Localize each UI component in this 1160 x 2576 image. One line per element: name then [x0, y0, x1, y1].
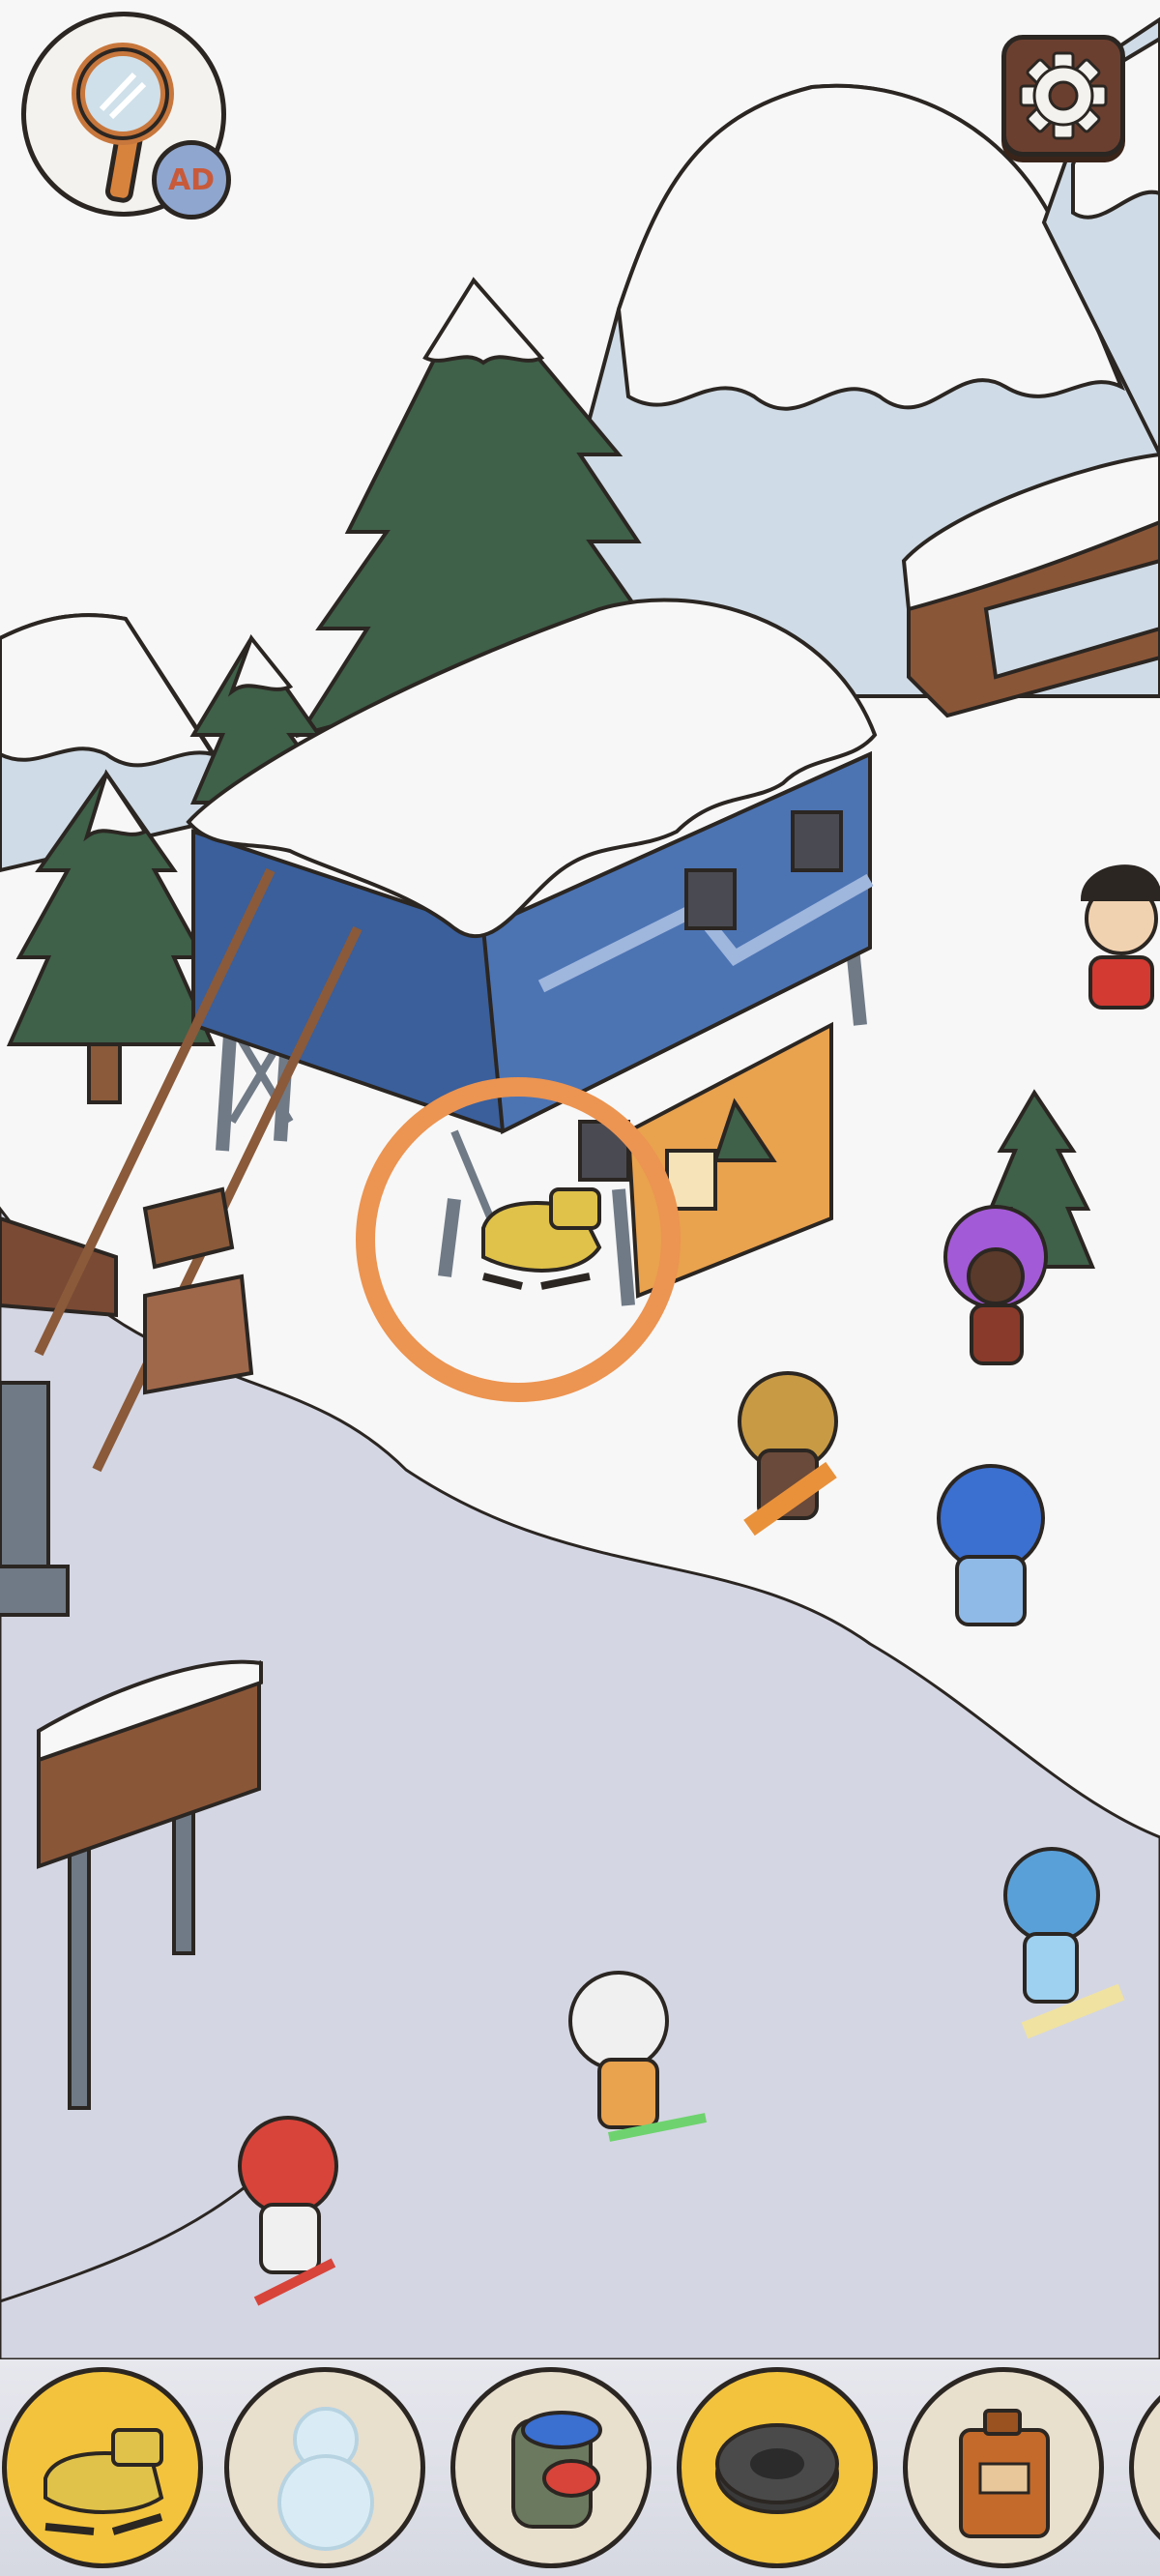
gear-icon [1019, 51, 1108, 140]
snowmobile-icon [44, 2428, 164, 2535]
npc-red-sweater[interactable] [1080, 864, 1160, 1010]
ad-badge: AD [152, 140, 231, 220]
find-item-snowman[interactable] [224, 2367, 425, 2568]
find-item-partial[interactable] [1129, 2367, 1160, 2568]
settings-button[interactable] [1001, 35, 1125, 157]
fuel-can-icon [959, 2409, 1050, 2538]
ski-resort-scene[interactable] [0, 0, 1160, 2576]
hint-button[interactable]: AD [21, 12, 231, 220]
find-item-backpack[interactable] [450, 2367, 652, 2568]
tire-icon [715, 2423, 839, 2514]
find-item-fuel-can[interactable] [903, 2367, 1104, 2568]
game-screen: AD [0, 0, 1160, 2576]
find-item-tire[interactable] [677, 2367, 878, 2568]
snowman-icon [277, 2407, 374, 2551]
items-to-find-bar [0, 2359, 1160, 2576]
backpack-icon [511, 2411, 602, 2529]
find-item-snowmobile[interactable] [2, 2367, 203, 2568]
